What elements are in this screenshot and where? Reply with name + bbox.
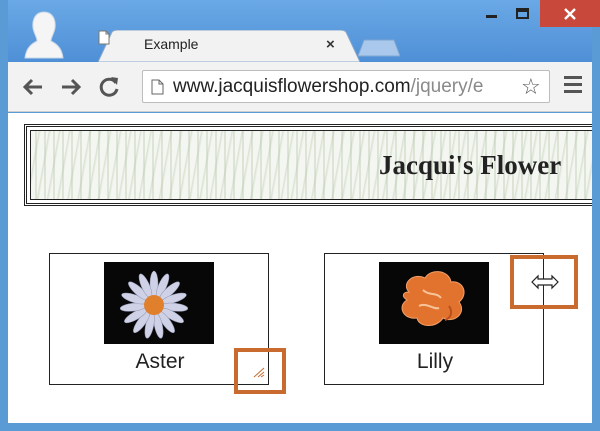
banner-background: Jacqui's Flower [30,130,592,200]
maximize-icon [516,7,529,19]
tab-close-button[interactable]: × [326,36,335,53]
reload-icon[interactable] [96,74,122,100]
star-icon[interactable]: ☆ [521,74,541,100]
maximize-button[interactable] [508,0,538,27]
new-tab-button[interactable] [358,38,400,58]
address-bar[interactable]: www.jacquisflowershop.com/jquery/e ☆ [142,70,550,103]
tab-example[interactable]: Example × [98,30,360,62]
banner-title: Jacqui's Flower [379,150,562,180]
page-icon [151,79,164,95]
url-text: www.jacquisflowershop.com/jquery/e [173,76,513,98]
close-icon [564,7,576,20]
profile-icon[interactable] [22,8,66,60]
back-arrow-icon[interactable] [20,74,46,100]
banner: Jacqui's Flower [24,124,592,206]
title-bar: Example × [8,0,600,62]
minimize-button[interactable] [478,0,506,27]
forward-arrow-icon[interactable] [58,74,84,100]
tab-title: Example [144,36,199,52]
resize-grip-icon[interactable] [252,366,266,378]
url-path: /jquery/e [410,76,484,97]
window-close-button[interactable] [540,0,600,27]
resize-handle-highlight [234,348,286,394]
menu-icon[interactable] [564,76,582,96]
lilly-image [379,262,489,344]
resize-cursor-highlight [510,255,578,309]
minimize-icon [486,14,497,18]
aster-image [104,262,214,344]
browser-toolbar: www.jacquisflowershop.com/jquery/e ☆ [8,62,592,112]
page-content: Jacqui's Flower Aster Lilly [8,113,592,423]
url-host: www.jacquisflowershop.com [173,76,411,97]
document-icon [98,30,110,45]
ew-resize-cursor-icon [531,274,559,290]
product-name-lilly: Lilly [416,350,454,373]
